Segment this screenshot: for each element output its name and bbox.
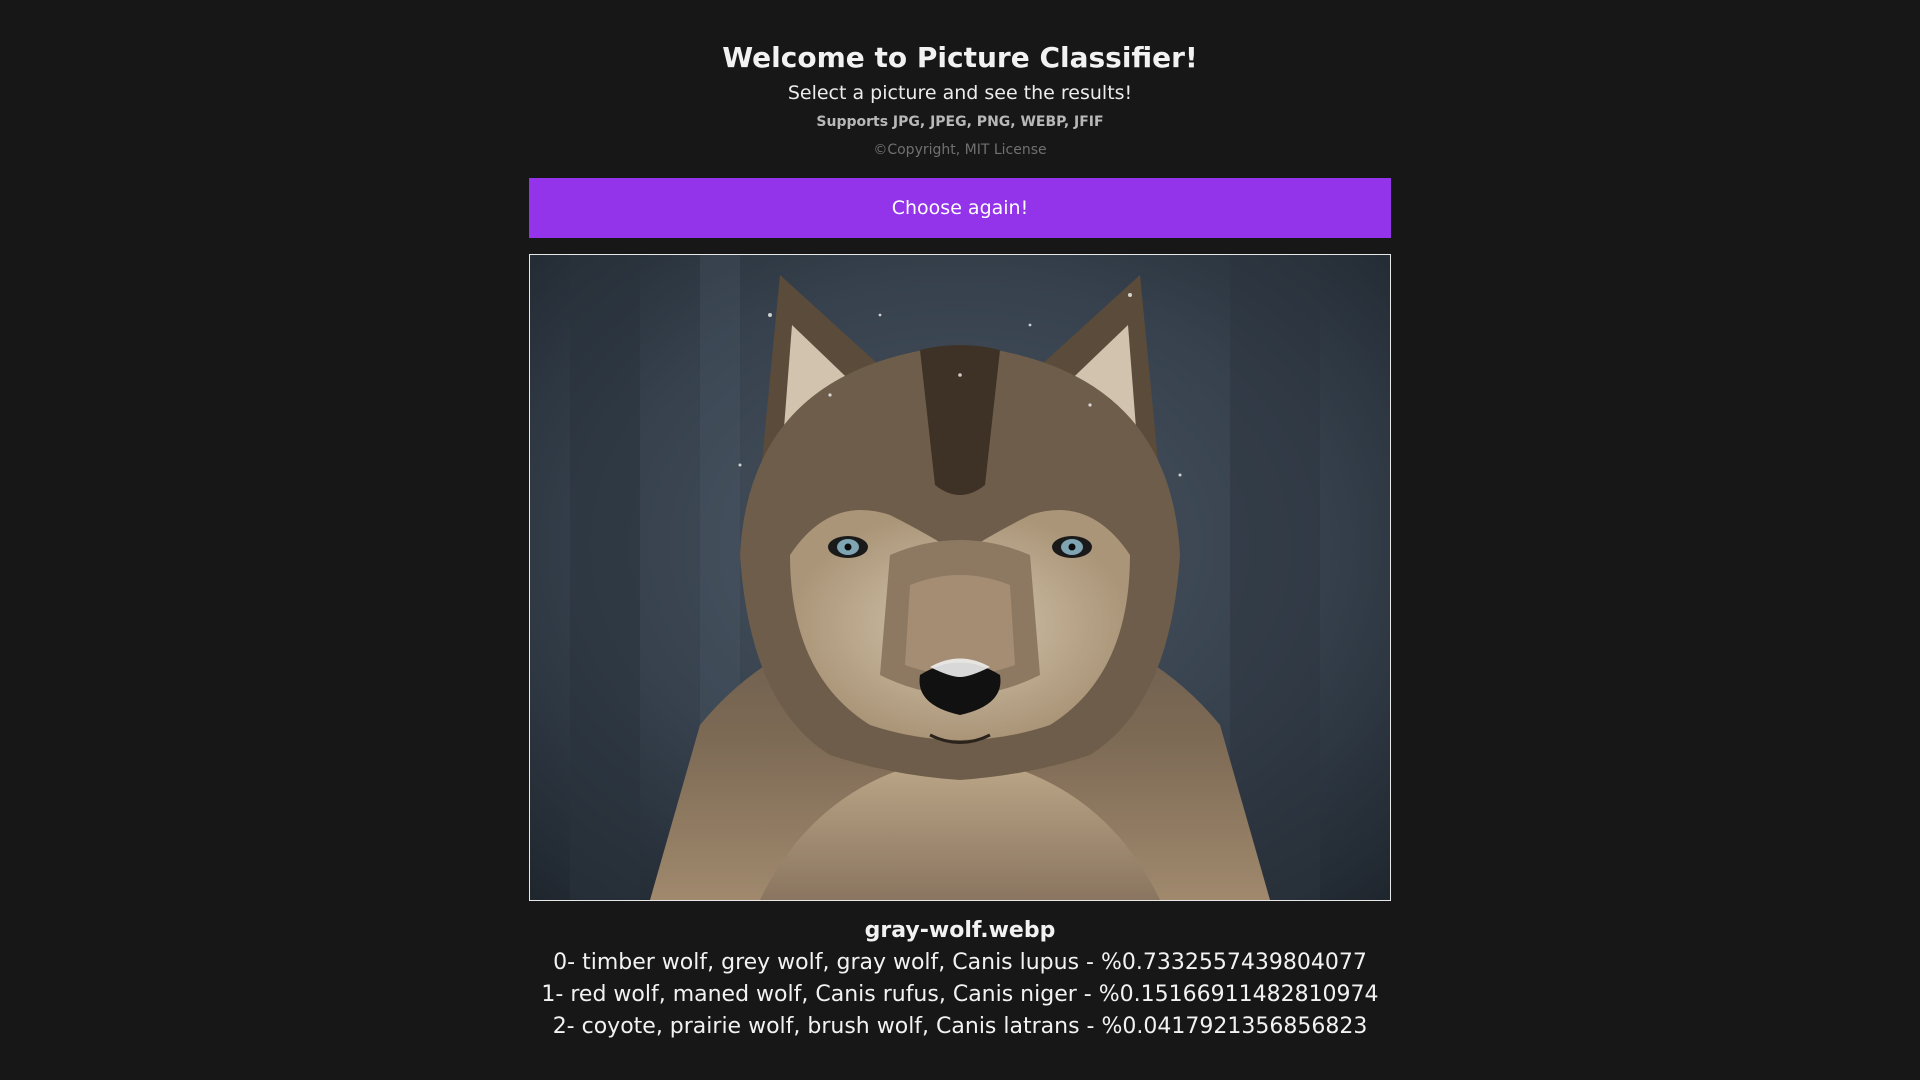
results-panel: gray-wolf.webp 0- timber wolf, grey wolf… (0, 914, 1920, 1043)
wolf-photo (530, 255, 1390, 900)
image-preview (529, 254, 1391, 901)
prediction-item: 0- timber wolf, grey wolf, gray wolf, Ca… (553, 950, 1367, 975)
prediction-item: 2- coyote, prairie wolf, brush wolf, Can… (552, 1014, 1368, 1039)
prediction-item: 1- red wolf, maned wolf, Canis rufus, Ca… (541, 982, 1379, 1007)
file-name: gray-wolf.webp (864, 918, 1056, 943)
choose-again-button[interactable]: Choose again! (529, 178, 1391, 238)
copyright-text: ©Copyright, MIT License (873, 142, 1047, 158)
page-subtitle: Select a picture and see the results! (787, 82, 1133, 104)
supported-formats-text: Supports JPG, JPEG, PNG, WEBP, JFIF (816, 114, 1104, 130)
page-title: Welcome to Picture Classifier! (722, 41, 1198, 74)
header: Welcome to Picture Classifier! Select a … (0, 38, 1920, 164)
app-page: Welcome to Picture Classifier! Select a … (0, 0, 1920, 1080)
